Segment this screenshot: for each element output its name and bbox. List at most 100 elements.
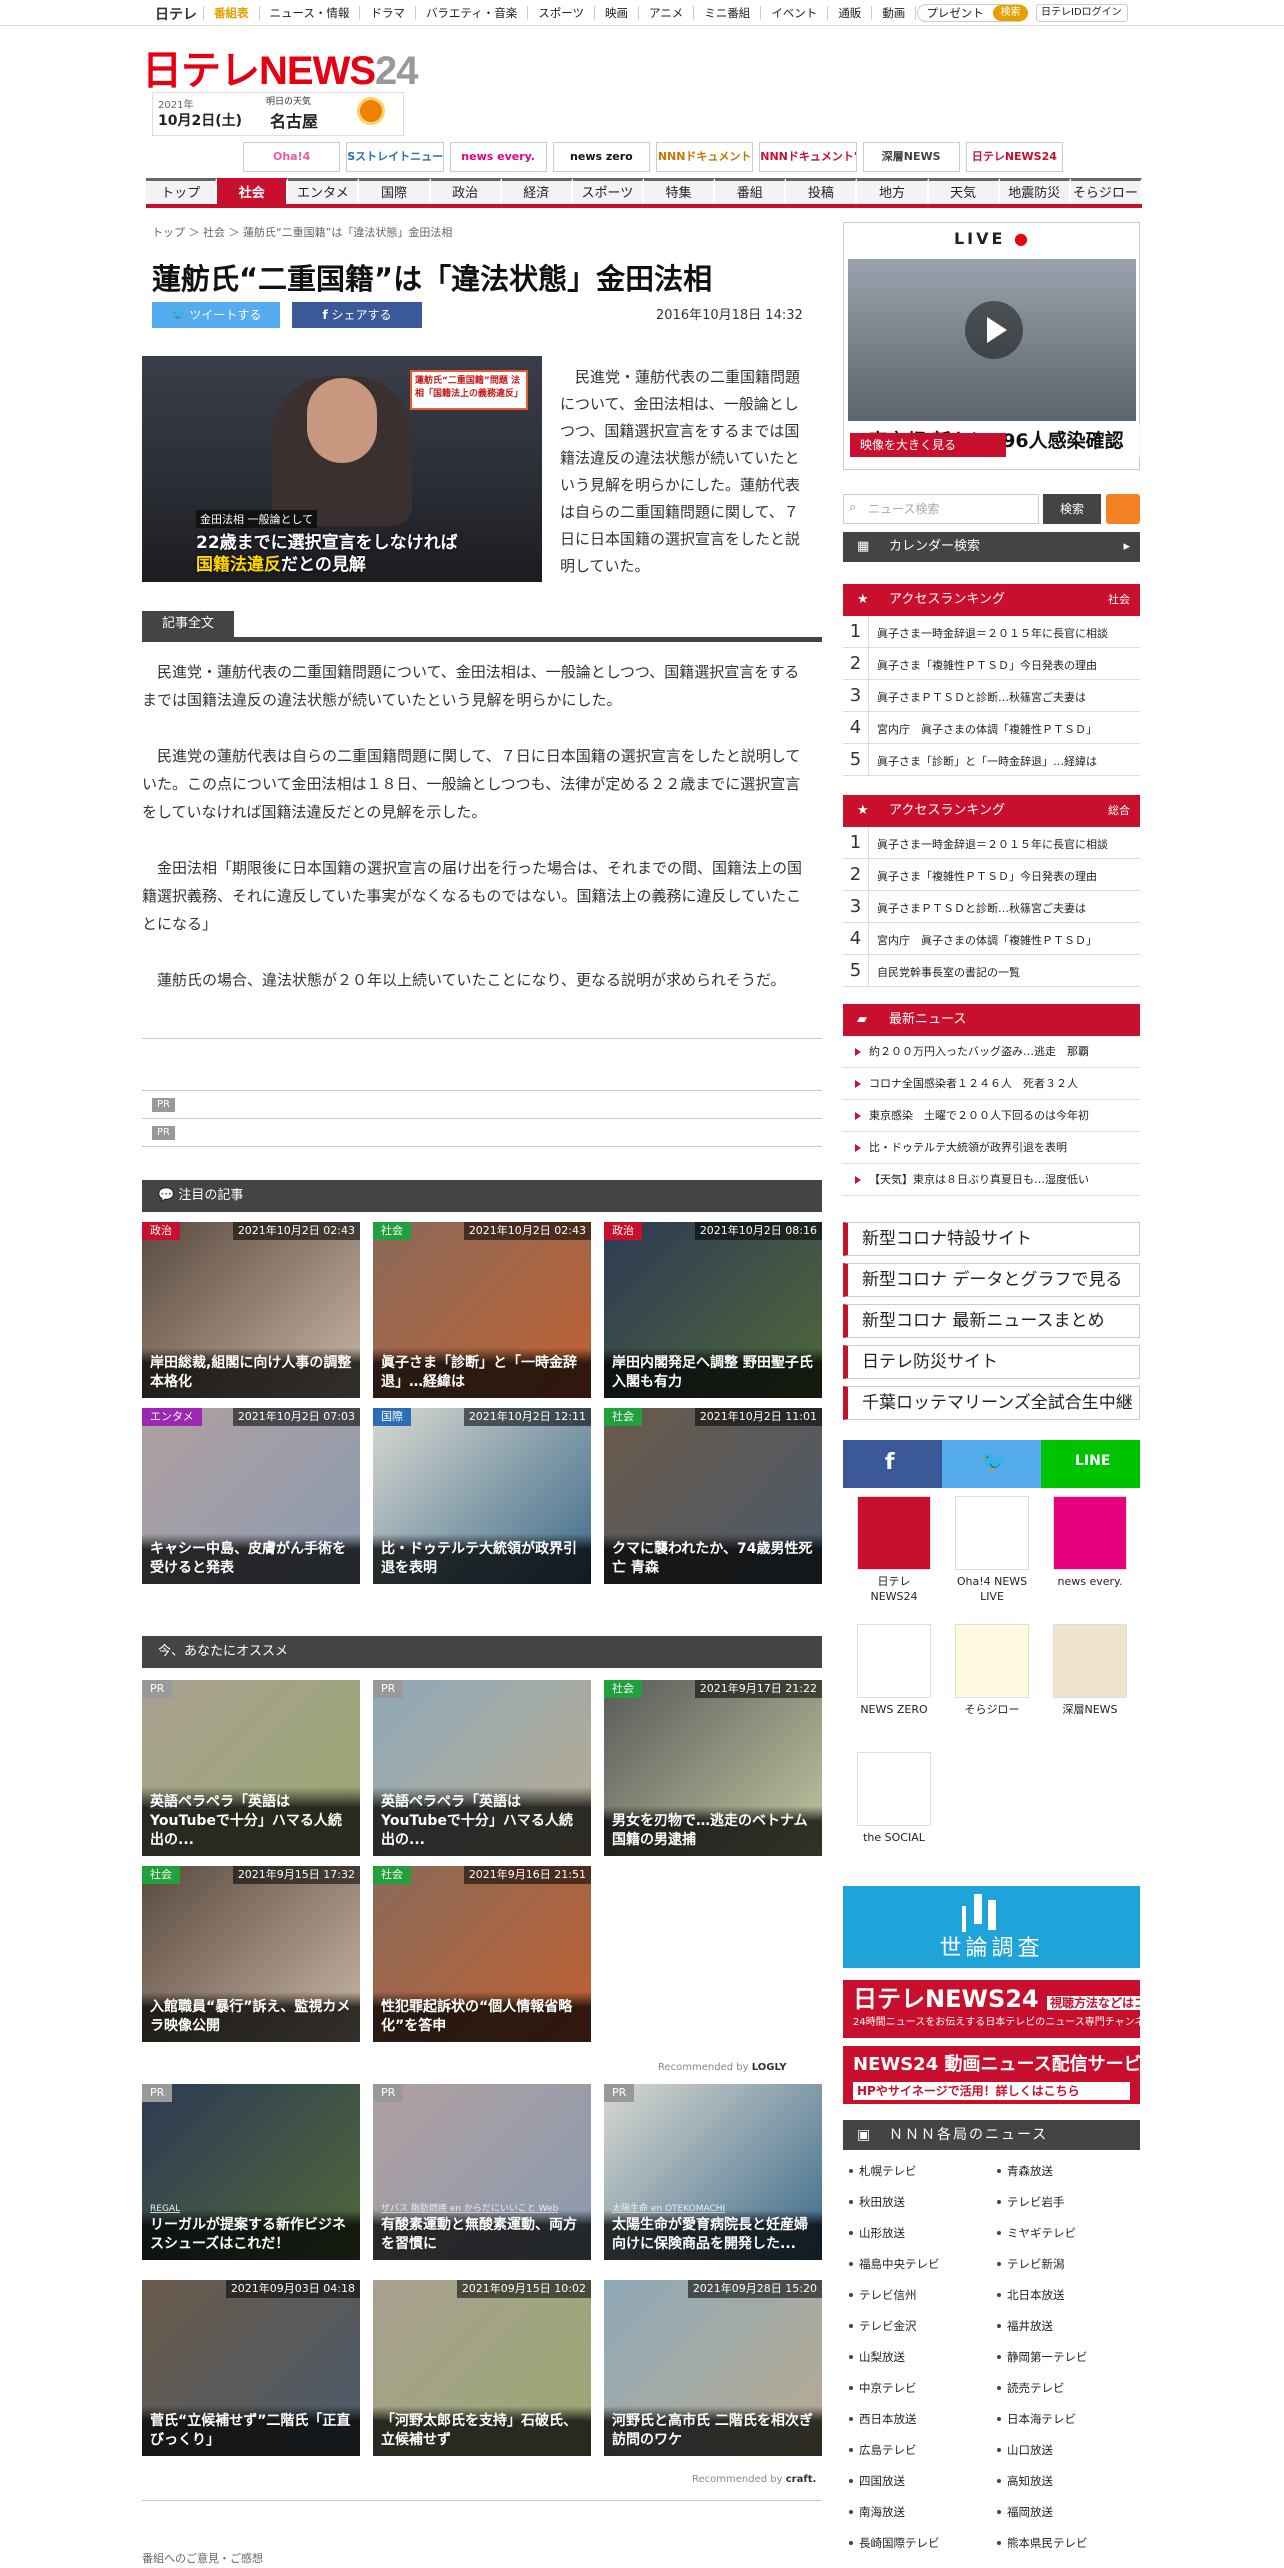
- ranking-item[interactable]: 3 眞子さまＰＴＳＤと診断…秋篠宮ご夫妻は: [843, 680, 1140, 712]
- nnn-station[interactable]: 福井放送: [991, 2311, 1139, 2342]
- tab-weather[interactable]: 天気: [928, 178, 1000, 204]
- article-tile[interactable]: 社会 2021年10月2日 02:43 眞子さま「診断」と「一時金辞退」…経緯は: [373, 1222, 591, 1398]
- tab-top[interactable]: トップ: [146, 178, 218, 204]
- nnn-station[interactable]: 日本海テレビ: [991, 2404, 1139, 2435]
- program-logo[interactable]: 日テレNEWS24: [855, 1496, 933, 1604]
- tab-feature[interactable]: 特集: [643, 178, 716, 204]
- tab-sports[interactable]: スポーツ: [572, 178, 644, 204]
- article-tile[interactable]: 2021年09月03日 04:18 菅氏“立候補せず”二階氏「正直びっくり」: [142, 2280, 360, 2456]
- ranking-item[interactable]: 2 眞子さま「複雑性ＰＴＳＤ」今日発表の理由: [843, 648, 1140, 680]
- news-search-button[interactable]: 検索: [1043, 494, 1101, 524]
- nnn-station[interactable]: 山形放送: [843, 2218, 991, 2249]
- program-nnn-doc21[interactable]: NNNドキュメント'21: [759, 142, 857, 172]
- top-nav-item[interactable]: ミニ番組: [693, 6, 760, 20]
- logly-credit[interactable]: Recommended by LOGLY: [658, 2062, 787, 2073]
- top-search-button[interactable]: 検索: [993, 5, 1028, 21]
- nnn-station[interactable]: 西日本放送: [843, 2404, 991, 2435]
- tab-sorajiro[interactable]: そらジロー: [1070, 178, 1142, 204]
- nnn-station[interactable]: 青森放送: [991, 2156, 1139, 2187]
- nnn-station[interactable]: 北日本放送: [991, 2280, 1139, 2311]
- program-logo[interactable]: Oha!4 NEWS LIVE: [953, 1496, 1031, 1604]
- nnn-station[interactable]: 南海放送: [843, 2497, 991, 2528]
- article-tile[interactable]: 社会 2021年9月15日 17:32 入館職員“暴行”訴え、監視カメラ映像公開: [142, 1866, 360, 2042]
- tab-politics[interactable]: 政治: [430, 178, 502, 204]
- facebook-button[interactable]: f: [843, 1440, 942, 1488]
- ranking-item[interactable]: 1 眞子さま一時金辞退＝２０１５年に長官に相談: [843, 827, 1140, 859]
- latest-news-item[interactable]: 東京感染 土曜で２００人下回るのは今年初: [843, 1100, 1140, 1132]
- nnn-station[interactable]: 長崎国際テレビ: [843, 2528, 991, 2559]
- footer-link[interactable]: 番組へのご意見・ご感想: [142, 2550, 263, 2566]
- tab-society[interactable]: 社会: [217, 178, 289, 204]
- ranking-item[interactable]: 2 眞子さま「複雑性ＰＴＳＤ」今日発表の理由: [843, 859, 1140, 891]
- top-nav-item[interactable]: アニメ: [638, 6, 693, 20]
- latest-news-item[interactable]: コロナ全国感染者１２４６人 死者３２人: [843, 1068, 1140, 1100]
- tab-local[interactable]: 地方: [857, 178, 929, 204]
- login-button[interactable]: 日テレIDログイン: [1036, 4, 1128, 22]
- ranking-item[interactable]: 4 宮内庁 眞子さまの体調「複雑性ＰＴＳＤ」: [843, 923, 1140, 955]
- program-news24[interactable]: 日テレNEWS24: [965, 142, 1063, 172]
- program-nnn-doc[interactable]: NNNドキュメント: [656, 142, 754, 172]
- nnn-station[interactable]: テレビ金沢: [843, 2311, 991, 2342]
- article-tile[interactable]: PR ザバス 脂肪燃焼 en からだにいいこと Web 有酸素運動と無酸素運動、両方…: [373, 2084, 591, 2260]
- article-tile[interactable]: 2021年09月28日 15:20 河野氏と高市氏 二階氏を相次ぎ訪問のワケ: [604, 2280, 822, 2456]
- article-tile[interactable]: PR REGAL リーガルが提案する新作ビジネスシューズはこれだ！: [142, 2084, 360, 2260]
- article-tile[interactable]: 社会 2021年9月17日 21:22 男女を刃物で…逃走のベトナム国籍の男逮捕: [604, 1680, 822, 1856]
- ranking-item[interactable]: 5 眞子さま「診断」と「一時金辞退」…経緯は: [843, 744, 1140, 776]
- program-shinso[interactable]: 深層NEWS: [862, 142, 960, 172]
- program-logo[interactable]: 深層NEWS: [1051, 1624, 1129, 1717]
- nnn-station[interactable]: 福島中央テレビ: [843, 2249, 991, 2280]
- ranking-item[interactable]: 1 眞子さま一時金辞退＝２０１５年に長官に相談: [843, 616, 1140, 648]
- news-search-input[interactable]: ニュース検索: [843, 494, 1039, 524]
- nnn-station[interactable]: 四国放送: [843, 2466, 991, 2497]
- side-banner[interactable]: 千葉ロッテマリーンズ全試合生中継: [843, 1386, 1140, 1420]
- nnn-station[interactable]: 札幌テレビ: [843, 2156, 991, 2187]
- ntv-logo[interactable]: 日テレ: [155, 4, 197, 24]
- nnn-station[interactable]: ミヤギテレビ: [991, 2218, 1139, 2249]
- ranking-item[interactable]: 5 自民党幹事長室の書記の一覧: [843, 955, 1140, 987]
- top-nav-item[interactable]: ドラマ: [359, 6, 415, 20]
- top-nav-item[interactable]: スポーツ: [527, 6, 594, 20]
- top-nav-item[interactable]: 映画: [594, 6, 638, 20]
- twitter-button[interactable]: 🐦: [942, 1440, 1041, 1488]
- program-oha4[interactable]: Oha!4: [243, 142, 341, 172]
- program-logo[interactable]: そらジロー: [953, 1624, 1031, 1717]
- article-tile[interactable]: 社会 2021年10月2日 11:01 クマに襲われたか、74歳男性死亡 青森: [604, 1408, 822, 1584]
- article-tile[interactable]: エンタメ 2021年10月2日 07:03 キャシー中島、皮膚がん手術を受けると発表: [142, 1408, 360, 1584]
- top-nav-item[interactable]: 通販: [827, 6, 871, 20]
- program-logo[interactable]: news every.: [1051, 1496, 1129, 1589]
- nnn-station[interactable]: 秋田放送: [843, 2187, 991, 2218]
- nnn-station[interactable]: 広島テレビ: [843, 2435, 991, 2466]
- news24-viewing-banner[interactable]: 日テレNEWS24 視聴方法などはコチラ! 24時間ニュースをお伝えする日本テレビ…: [843, 1980, 1140, 2038]
- top-nav-item[interactable]: ニュース・情報: [258, 6, 360, 20]
- program-straight[interactable]: Sストレイトニュース: [346, 142, 444, 172]
- latest-news-item[interactable]: 約２００万円入ったバッグ盗み…逃走 那覇: [843, 1036, 1140, 1068]
- ranking-item[interactable]: 4 宮内庁 眞子さまの体調「複雑性ＰＴＳＤ」: [843, 712, 1140, 744]
- top-nav-item[interactable]: イベント: [760, 6, 827, 20]
- top-nav-item[interactable]: 動画: [871, 6, 915, 20]
- live-video[interactable]: 東京都 新たに196人感染確認: [848, 259, 1140, 457]
- program-zero[interactable]: news zero: [552, 142, 650, 172]
- nnn-station[interactable]: テレビ新潟: [991, 2249, 1139, 2280]
- nnn-station[interactable]: 読売テレビ: [991, 2373, 1139, 2404]
- article-tile[interactable]: 政治 2021年10月2日 02:43 岸田総裁,組閣に向け人事の調整本格化: [142, 1222, 360, 1398]
- side-banner[interactable]: 新型コロナ データとグラフで見る: [843, 1263, 1140, 1297]
- side-banner[interactable]: 日テレ防災サイト: [843, 1345, 1140, 1379]
- tab-program[interactable]: 番組: [715, 178, 787, 204]
- tab-international[interactable]: 国際: [359, 178, 431, 204]
- article-tile[interactable]: 政治 2021年10月2日 08:16 岸田内閣発足へ調整 野田聖子氏入閣も有力: [604, 1222, 822, 1398]
- play-icon[interactable]: [965, 301, 1023, 359]
- program-logo[interactable]: NEWS ZERO: [855, 1624, 933, 1717]
- latest-news-item[interactable]: 比・ドゥテルテ大統領が政界引退を表明: [843, 1132, 1140, 1164]
- article-tile[interactable]: PR 太陽生命 en OTEKOMACHI 太陽生命が愛育病院長と妊産婦向けに保険商…: [604, 2084, 822, 2260]
- news24-video-banner[interactable]: NEWS24 動画ニュース配信サービス HPやサイネージで活用！詳しくはこちら: [843, 2046, 1140, 2104]
- nnn-station[interactable]: 高知放送: [991, 2466, 1139, 2497]
- nnn-station[interactable]: 中京テレビ: [843, 2373, 991, 2404]
- article-tile[interactable]: PR株式会社Cheapy英語ペラペラ「英語はYouTubeで十分」ハマる人続出の…: [142, 1680, 360, 1856]
- line-button[interactable]: LINE: [1041, 1440, 1140, 1488]
- tweet-button[interactable]: 🐦 ツイートする: [152, 302, 280, 328]
- nnn-station[interactable]: 山口放送: [991, 2435, 1139, 2466]
- craft-credit[interactable]: Recommended by craft.: [692, 2474, 816, 2485]
- breadcrumb[interactable]: トップ ＞ 社会 ＞ 蓮舫氏“二重国籍”は「違法状態」金田法相: [152, 224, 452, 240]
- top-nav-item[interactable]: 番組表: [203, 6, 259, 20]
- calendar-search-button[interactable]: ▦ カレンダー検索 ▸: [843, 532, 1140, 562]
